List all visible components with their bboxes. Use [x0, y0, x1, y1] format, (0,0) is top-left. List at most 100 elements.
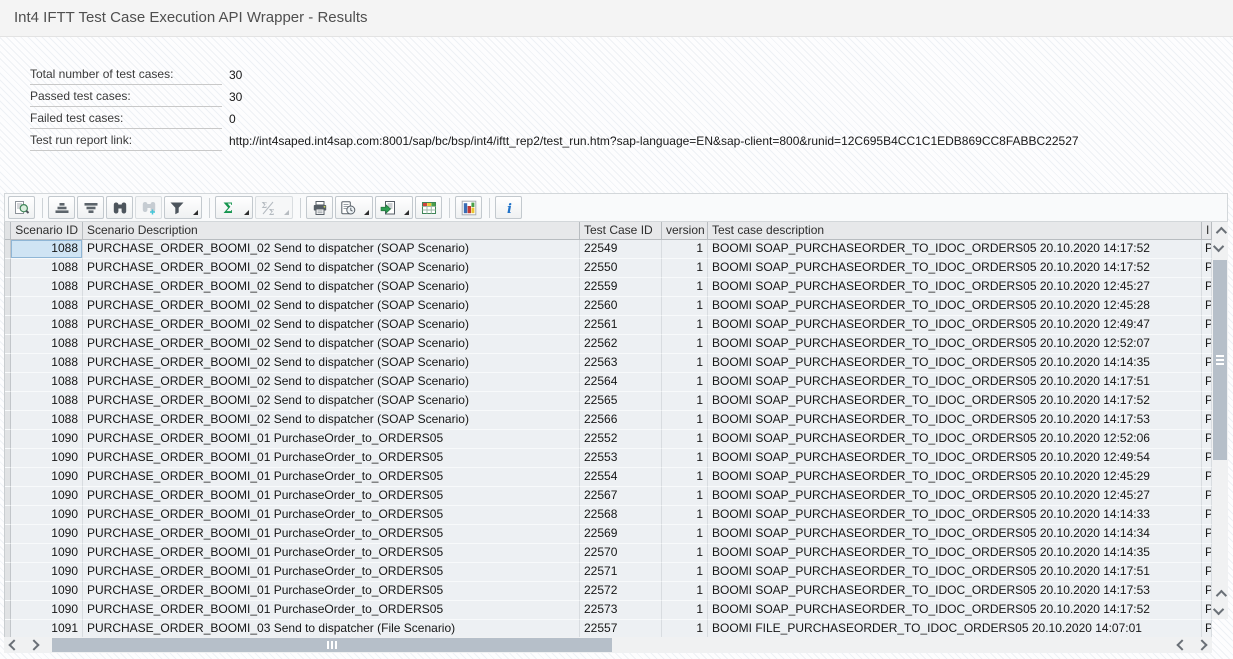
cell[interactable]: 1 — [662, 316, 708, 335]
cell[interactable]: BOOMI SOAP_PURCHASEORDER_TO_IDOC_ORDERS0… — [708, 544, 1202, 563]
cell[interactable]: 1088 — [11, 354, 83, 373]
cell[interactable]: P — [1202, 335, 1212, 354]
cell[interactable]: 1 — [662, 563, 708, 582]
table-row[interactable]: 1088PURCHASE_ORDER_BOOMI_02 Send to disp… — [5, 316, 1212, 335]
cell[interactable]: 1 — [662, 506, 708, 525]
cell[interactable]: BOOMI SOAP_PURCHASEORDER_TO_IDOC_ORDERS0… — [708, 487, 1202, 506]
cell[interactable]: BOOMI SOAP_PURCHASEORDER_TO_IDOC_ORDERS0… — [708, 373, 1202, 392]
horizontal-scroll-track[interactable] — [44, 637, 1172, 653]
column-header[interactable]: Test Case ID — [580, 222, 662, 240]
cell[interactable]: 1088 — [11, 259, 83, 278]
cell[interactable]: 1090 — [11, 601, 83, 620]
cell[interactable]: 1090 — [11, 563, 83, 582]
cell[interactable]: 22549 — [580, 240, 662, 259]
cell[interactable]: 22554 — [580, 468, 662, 487]
cell[interactable]: PURCHASE_ORDER_BOOMI_02 Send to dispatch… — [83, 297, 580, 316]
choose-layout-button[interactable] — [415, 196, 442, 219]
cell[interactable]: PURCHASE_ORDER_BOOMI_02 Send to dispatch… — [83, 316, 580, 335]
cell[interactable]: BOOMI SOAP_PURCHASEORDER_TO_IDOC_ORDERS0… — [708, 506, 1202, 525]
scroll-down-button[interactable] — [1212, 239, 1228, 256]
cell[interactable]: 1091 — [11, 620, 83, 637]
cell[interactable]: BOOMI SOAP_PURCHASEORDER_TO_IDOC_ORDERS0… — [708, 563, 1202, 582]
cell[interactable]: 1 — [662, 582, 708, 601]
cell[interactable]: PURCHASE_ORDER_BOOMI_02 Send to dispatch… — [83, 354, 580, 373]
cell[interactable]: 1 — [662, 525, 708, 544]
find-button[interactable] — [106, 196, 133, 219]
cell[interactable]: P — [1202, 354, 1212, 373]
cell[interactable]: BOOMI SOAP_PURCHASEORDER_TO_IDOC_ORDERS0… — [708, 316, 1202, 335]
cell[interactable]: P — [1202, 430, 1212, 449]
cell[interactable]: 22573 — [580, 601, 662, 620]
table-row[interactable]: 1088PURCHASE_ORDER_BOOMI_02 Send to disp… — [5, 392, 1212, 411]
cell[interactable]: PURCHASE_ORDER_BOOMI_01 PurchaseOrder_to… — [83, 601, 580, 620]
cell[interactable]: P — [1202, 620, 1212, 637]
cell[interactable]: BOOMI SOAP_PURCHASEORDER_TO_IDOC_ORDERS0… — [708, 468, 1202, 487]
cell[interactable]: BOOMI SOAP_PURCHASEORDER_TO_IDOC_ORDERS0… — [708, 430, 1202, 449]
cell[interactable]: BOOMI SOAP_PURCHASEORDER_TO_IDOC_ORDERS0… — [708, 582, 1202, 601]
cell[interactable]: PURCHASE_ORDER_BOOMI_01 PurchaseOrder_to… — [83, 563, 580, 582]
cell[interactable]: 22565 — [580, 392, 662, 411]
cell[interactable]: 1090 — [11, 449, 83, 468]
cell[interactable]: PURCHASE_ORDER_BOOMI_01 PurchaseOrder_to… — [83, 525, 580, 544]
horizontal-scroll-thumb[interactable] — [52, 638, 612, 652]
cell[interactable]: 1090 — [11, 430, 83, 449]
sort-ascending-button[interactable] — [48, 196, 75, 219]
table-row[interactable]: 1090PURCHASE_ORDER_BOOMI_01 PurchaseOrde… — [5, 468, 1212, 487]
cell[interactable]: P — [1202, 563, 1212, 582]
cell[interactable]: 22572 — [580, 582, 662, 601]
cell[interactable]: BOOMI SOAP_PURCHASEORDER_TO_IDOC_ORDERS0… — [708, 278, 1202, 297]
cell[interactable]: 1 — [662, 544, 708, 563]
cell[interactable]: 1088 — [11, 411, 83, 430]
cell[interactable]: 22557 — [580, 620, 662, 637]
cell[interactable]: 1088 — [11, 297, 83, 316]
cell[interactable]: PURCHASE_ORDER_BOOMI_02 Send to dispatch… — [83, 259, 580, 278]
table-row[interactable]: 1090PURCHASE_ORDER_BOOMI_01 PurchaseOrde… — [5, 430, 1212, 449]
cell[interactable]: 1088 — [11, 316, 83, 335]
cell[interactable]: P — [1202, 411, 1212, 430]
table-row[interactable]: 1088PURCHASE_ORDER_BOOMI_02 Send to disp… — [5, 354, 1212, 373]
scroll-left-button[interactable] — [4, 637, 24, 653]
info-button[interactable]: i — [495, 196, 522, 219]
cell[interactable]: 1090 — [11, 525, 83, 544]
filter-button[interactable] — [164, 196, 202, 219]
cell[interactable]: P — [1202, 487, 1212, 506]
cell[interactable]: P — [1202, 278, 1212, 297]
views-button[interactable] — [335, 196, 373, 219]
cell[interactable]: PURCHASE_ORDER_BOOMI_02 Send to dispatch… — [83, 278, 580, 297]
cell[interactable]: 22566 — [580, 411, 662, 430]
column-header[interactable]: I — [1202, 222, 1212, 240]
cell[interactable]: P — [1202, 392, 1212, 411]
cell[interactable]: PURCHASE_ORDER_BOOMI_01 PurchaseOrder_to… — [83, 487, 580, 506]
cell[interactable]: 1 — [662, 468, 708, 487]
cell[interactable]: BOOMI SOAP_PURCHASEORDER_TO_IDOC_ORDERS0… — [708, 335, 1202, 354]
cell[interactable]: 22563 — [580, 354, 662, 373]
cell[interactable]: BOOMI FILE_PURCHASEORDER_TO_IDOC_ORDERS0… — [708, 620, 1202, 637]
cell[interactable]: PURCHASE_ORDER_BOOMI_02 Send to dispatch… — [83, 411, 580, 430]
cell[interactable]: P — [1202, 373, 1212, 392]
cell[interactable]: 1 — [662, 335, 708, 354]
cell[interactable]: PURCHASE_ORDER_BOOMI_01 PurchaseOrder_to… — [83, 430, 580, 449]
cell[interactable]: P — [1202, 449, 1212, 468]
cell[interactable]: BOOMI SOAP_PURCHASEORDER_TO_IDOC_ORDERS0… — [708, 449, 1202, 468]
table-row[interactable]: 1090PURCHASE_ORDER_BOOMI_01 PurchaseOrde… — [5, 582, 1212, 601]
cell[interactable]: 1 — [662, 297, 708, 316]
cell[interactable]: 1 — [662, 487, 708, 506]
cell[interactable]: 22550 — [580, 259, 662, 278]
vertical-scroll-track[interactable] — [1212, 256, 1228, 585]
cell[interactable]: BOOMI SOAP_PURCHASEORDER_TO_IDOC_ORDERS0… — [708, 525, 1202, 544]
cell[interactable]: 1088 — [11, 240, 83, 259]
cell[interactable]: 22562 — [580, 335, 662, 354]
table-row[interactable]: 1090PURCHASE_ORDER_BOOMI_01 PurchaseOrde… — [5, 525, 1212, 544]
column-header[interactable]: Scenario Description — [83, 222, 580, 240]
cell[interactable]: 22561 — [580, 316, 662, 335]
scroll-page-down-button[interactable] — [1212, 602, 1228, 619]
sum-button[interactable]: Σ — [215, 196, 253, 219]
column-header[interactable]: Test case description — [708, 222, 1202, 240]
table-row[interactable]: 1090PURCHASE_ORDER_BOOMI_01 PurchaseOrde… — [5, 544, 1212, 563]
table-row[interactable]: 1090PURCHASE_ORDER_BOOMI_01 PurchaseOrde… — [5, 563, 1212, 582]
cell[interactable]: 22571 — [580, 563, 662, 582]
cell[interactable]: 1 — [662, 278, 708, 297]
cell[interactable]: 22570 — [580, 544, 662, 563]
cell[interactable]: PURCHASE_ORDER_BOOMI_02 Send to dispatch… — [83, 373, 580, 392]
cell[interactable]: P — [1202, 297, 1212, 316]
